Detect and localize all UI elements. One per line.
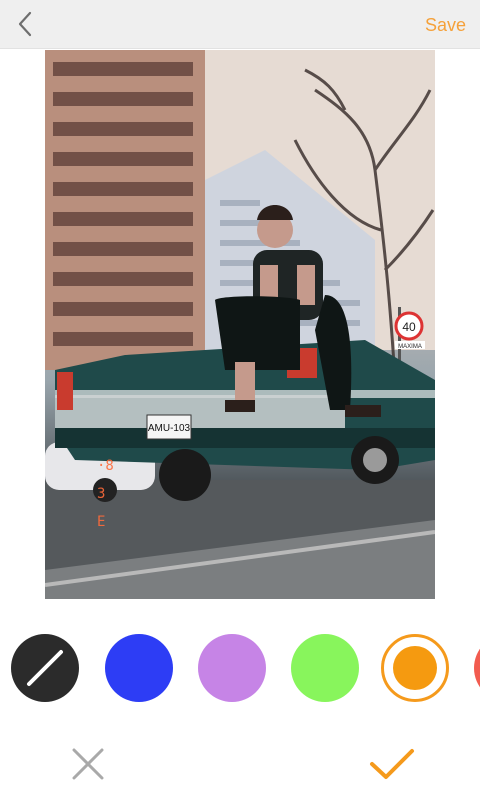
sign-number: 40	[402, 320, 416, 334]
cancel-button[interactable]	[64, 740, 112, 788]
back-button[interactable]	[6, 4, 46, 44]
color-palette	[0, 628, 480, 708]
close-icon	[72, 748, 104, 780]
svg-text:3: 3	[97, 486, 105, 502]
photo-scene: 40 MAXIMA AMU-103 ·8 3 E	[45, 50, 435, 599]
swatch-orange-selected[interactable]	[381, 634, 449, 702]
swatch-purple[interactable]	[198, 634, 266, 702]
slash-icon	[27, 650, 63, 686]
license-plate: AMU-103	[148, 423, 191, 434]
save-button[interactable]: Save	[425, 12, 466, 38]
swatch-blue[interactable]	[105, 634, 173, 702]
swatch-eraser[interactable]	[11, 634, 79, 702]
svg-text:E: E	[97, 514, 105, 530]
svg-text:·8: ·8	[97, 458, 114, 474]
confirm-button[interactable]	[366, 740, 418, 788]
top-app-bar: Save	[0, 0, 480, 49]
swatch-green[interactable]	[291, 634, 359, 702]
photo-preview[interactable]: 40 MAXIMA AMU-103 ·8 3 E	[45, 50, 435, 599]
bottom-action-bar	[0, 720, 480, 800]
sign-subtext: MAXIMA	[398, 344, 422, 350]
check-icon	[370, 749, 414, 779]
chevron-left-icon	[18, 11, 32, 37]
swatch-red[interactable]	[474, 634, 480, 702]
